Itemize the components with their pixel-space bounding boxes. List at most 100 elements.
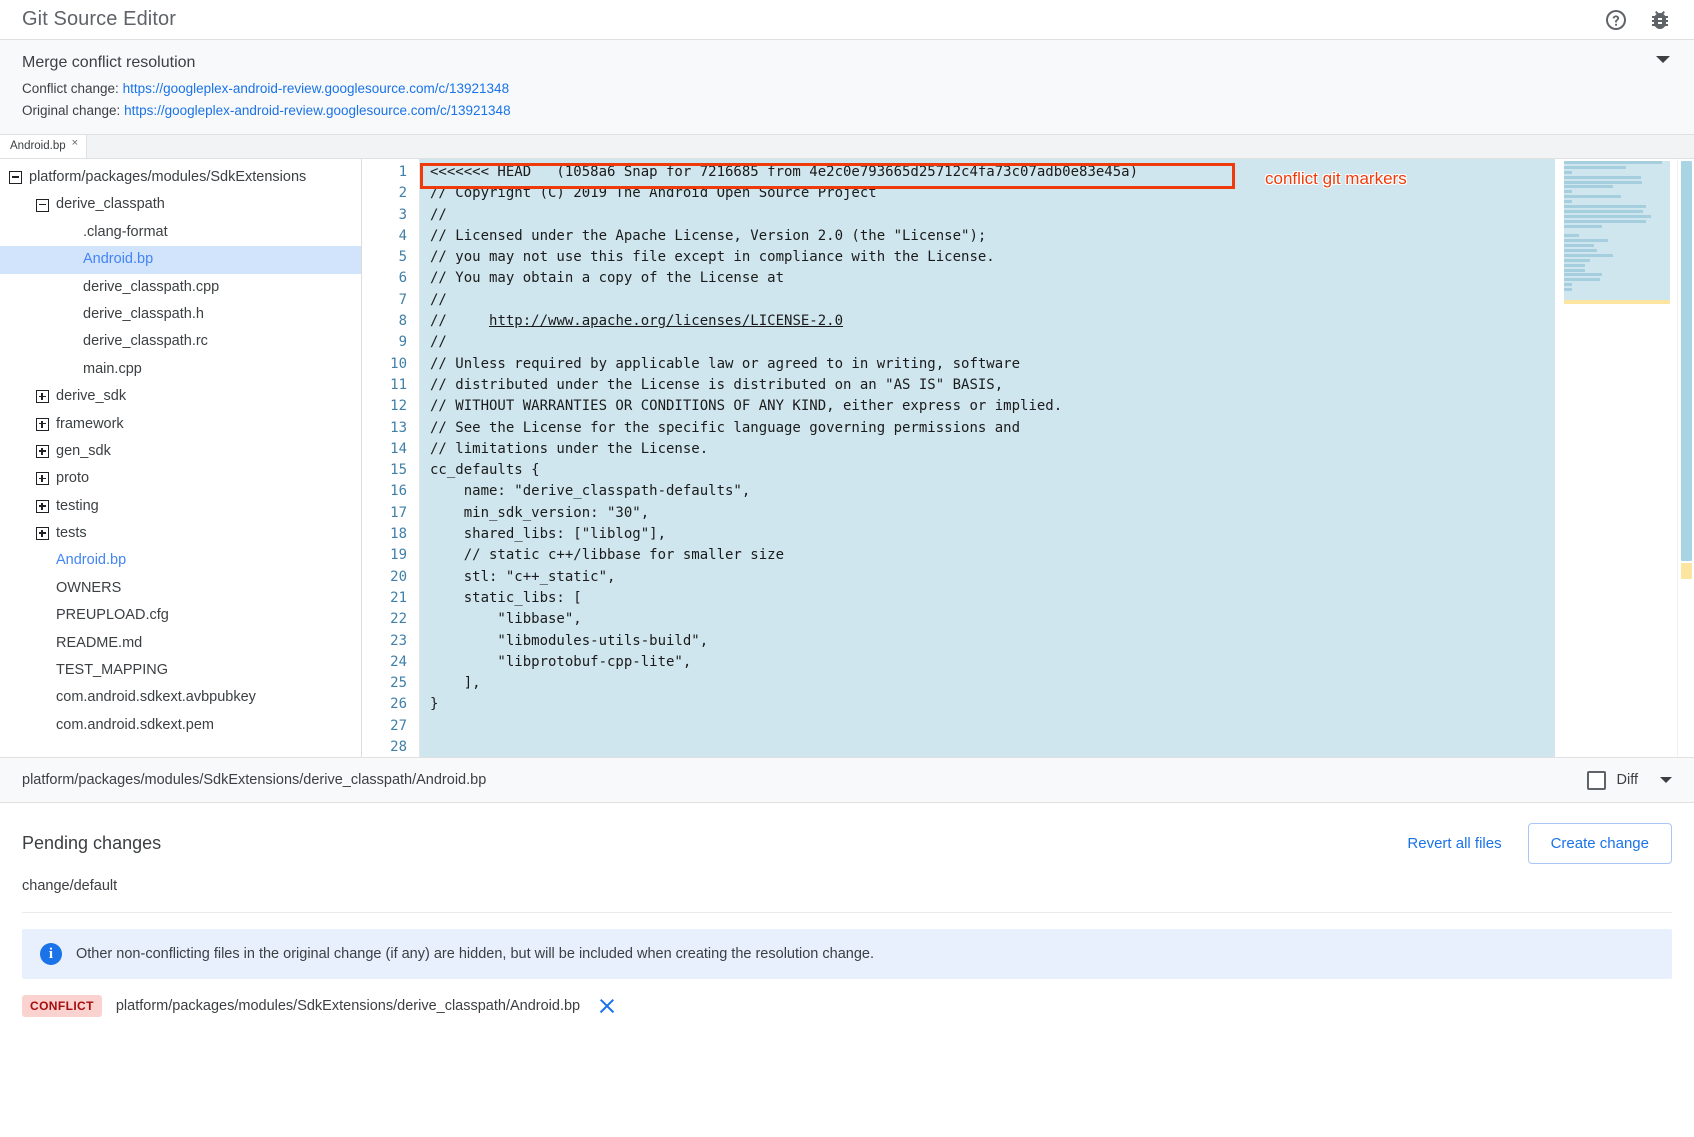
tree-item-test-mapping[interactable]: TEST_MAPPING: [0, 657, 361, 684]
tree-item-gen-sdk[interactable]: gen_sdk: [0, 438, 361, 465]
merge-panel-heading: Merge conflict resolution: [22, 51, 1672, 75]
tree-item-derive-classpath-cpp[interactable]: derive_classpath.cpp: [0, 274, 361, 301]
tree-item-testing[interactable]: testing: [0, 493, 361, 520]
line-number: 1: [362, 162, 419, 183]
minimap-line: [1564, 205, 1646, 208]
tree-item-label: Android.bp: [56, 547, 126, 574]
info-banner-text: Other non-conflicting files in the origi…: [76, 946, 874, 962]
line-number: 18: [362, 524, 419, 545]
bug-report-icon[interactable]: [1648, 8, 1672, 32]
tree-item-label: derive_classpath.cpp: [83, 274, 219, 301]
info-banner: i Other non-conflicting files in the ori…: [22, 929, 1672, 979]
scrollbar-marker: [1681, 563, 1692, 579]
line-number: 5: [362, 247, 419, 268]
tree-item--clang-format[interactable]: .clang-format: [0, 219, 361, 246]
diff-toggle-group: Diff: [1587, 771, 1673, 790]
merge-conflict-panel: Merge conflict resolution Conflict chang…: [0, 40, 1694, 135]
expand-plus-icon[interactable]: [36, 500, 49, 513]
chevron-down-icon[interactable]: [1660, 777, 1672, 783]
tree-item-label: README.md: [56, 630, 142, 657]
tree-item-owners[interactable]: OWNERS: [0, 575, 361, 602]
main-split: platform/packages/modules/SdkExtensionsd…: [0, 159, 1694, 757]
minimap-line: [1564, 200, 1572, 203]
code-line: stl: "c++_static",: [430, 567, 1555, 588]
close-icon[interactable]: [598, 997, 616, 1015]
code-line: // You may obtain a copy of the License …: [430, 268, 1555, 289]
tree-item-derive-classpath-rc[interactable]: derive_classpath.rc: [0, 328, 361, 355]
code-minimap[interactable]: [1555, 159, 1677, 757]
tree-item-derive-classpath-h[interactable]: derive_classpath.h: [0, 301, 361, 328]
tree-item-proto[interactable]: proto: [0, 465, 361, 492]
tab-label: Android.bp: [10, 140, 66, 152]
create-change-button[interactable]: Create change: [1528, 823, 1672, 864]
line-number: 4: [362, 226, 419, 247]
line-number: 23: [362, 631, 419, 652]
scrollbar-thumb[interactable]: [1681, 161, 1692, 561]
page-title: Git Source Editor: [22, 8, 176, 31]
conflict-file-row: CONFLICT platform/packages/modules/SdkEx…: [0, 979, 1694, 1017]
tree-item-preupload-cfg[interactable]: PREUPLOAD.cfg: [0, 602, 361, 629]
tree-item-android-bp[interactable]: Android.bp: [0, 246, 361, 273]
tree-item-label: com.android.sdkext.avbpubkey: [56, 684, 256, 711]
editor-tabstrip: Android.bp ×: [0, 135, 1694, 159]
line-number: 9: [362, 332, 419, 353]
code-content[interactable]: conflict git markers <<<<<<< HEAD (1058a…: [420, 159, 1555, 757]
tree-item-readme-md[interactable]: README.md: [0, 630, 361, 657]
minimap-line: [1564, 215, 1651, 218]
code-line: <<<<<<< HEAD (1058a6 Snap for 7216685 fr…: [430, 162, 1555, 183]
current-file-path: platform/packages/modules/SdkExtensions/…: [22, 772, 486, 788]
close-icon[interactable]: ×: [72, 138, 78, 149]
minimap-line: [1564, 273, 1602, 276]
minimap-line: [1564, 220, 1646, 223]
minimap-line: [1564, 249, 1597, 252]
conflict-change-link[interactable]: https://googleplex-android-review.google…: [123, 81, 510, 96]
tree-item-com-android-sdkext-avbpubkey[interactable]: com.android.sdkext.avbpubkey: [0, 684, 361, 711]
original-change-label: Original change:: [22, 103, 120, 118]
tree-item-android-bp[interactable]: Android.bp: [0, 547, 361, 574]
code-line: // static c++/libbase for smaller size: [430, 545, 1555, 566]
tree-item-main-cpp[interactable]: main.cpp: [0, 356, 361, 383]
expand-plus-icon[interactable]: [36, 472, 49, 485]
tree-item-com-android-sdkext-pem[interactable]: com.android.sdkext.pem: [0, 712, 361, 739]
license-url-link[interactable]: http://www.apache.org/licenses/LICENSE-2…: [489, 313, 843, 329]
help-circle-icon[interactable]: [1604, 8, 1628, 32]
conflict-file-path: platform/packages/modules/SdkExtensions/…: [116, 998, 580, 1014]
tree-item-label: derive_classpath: [56, 191, 165, 218]
minimap-line: [1564, 239, 1608, 242]
tree-item-framework[interactable]: framework: [0, 411, 361, 438]
code-line: "libmodules-utils-build",: [430, 631, 1555, 652]
file-path-bar: platform/packages/modules/SdkExtensions/…: [0, 757, 1694, 803]
line-number: 22: [362, 609, 419, 630]
expand-plus-icon[interactable]: [36, 418, 49, 431]
chevron-down-icon[interactable]: [1656, 56, 1670, 63]
tree-item-derive-sdk[interactable]: derive_sdk: [0, 383, 361, 410]
minimap-line: [1564, 254, 1613, 257]
line-number: 2: [362, 183, 419, 204]
revert-all-files-button[interactable]: Revert all files: [1393, 825, 1515, 862]
line-number-gutter: 1234567891011121314151617181920212223242…: [362, 159, 420, 757]
line-number: 16: [362, 481, 419, 502]
expand-plus-icon[interactable]: [36, 390, 49, 403]
minimap-line: [1564, 185, 1613, 188]
conflict-change-label: Conflict change:: [22, 81, 119, 96]
code-editor[interactable]: 1234567891011121314151617181920212223242…: [362, 159, 1694, 757]
editor-vertical-scrollbar[interactable]: [1677, 159, 1694, 757]
collapse-minus-icon[interactable]: [9, 171, 22, 184]
original-change-row: Original change: https://googleplex-andr…: [22, 100, 1672, 122]
line-number: 20: [362, 567, 419, 588]
minimap-line: [1564, 269, 1585, 272]
expand-plus-icon[interactable]: [36, 445, 49, 458]
tree-item-tests[interactable]: tests: [0, 520, 361, 547]
tab-android-bp[interactable]: Android.bp ×: [0, 134, 87, 158]
expand-plus-icon[interactable]: [36, 527, 49, 540]
tree-item-derive-classpath[interactable]: derive_classpath: [0, 191, 361, 218]
tree-item-label: .clang-format: [83, 219, 168, 246]
minimap-line: [1564, 259, 1590, 262]
code-line: // See the License for the specific lang…: [430, 418, 1555, 439]
diff-checkbox[interactable]: [1587, 771, 1606, 790]
original-change-link[interactable]: https://googleplex-android-review.google…: [124, 103, 511, 118]
file-tree: platform/packages/modules/SdkExtensionsd…: [0, 159, 362, 757]
app-bar: Git Source Editor: [0, 0, 1694, 40]
tree-item-platform-packages-modules-sdkextensions[interactable]: platform/packages/modules/SdkExtensions: [0, 164, 361, 191]
collapse-minus-icon[interactable]: [36, 199, 49, 212]
